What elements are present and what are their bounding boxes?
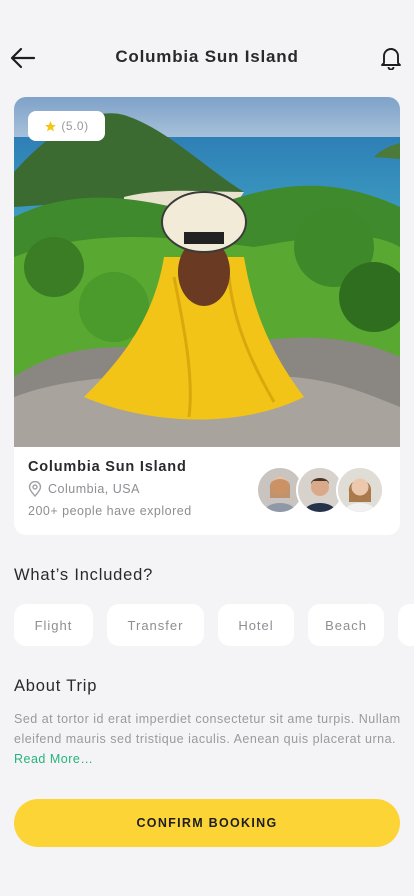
explored-count: 200+ people have explored: [28, 504, 192, 518]
rating-value: (5.0): [61, 119, 89, 133]
visitor-avatars[interactable]: [256, 466, 386, 514]
bell-icon: [381, 48, 401, 71]
confirm-booking-button[interactable]: CONFIRM BOOKING: [14, 799, 400, 847]
chip-flight[interactable]: Flight: [14, 604, 93, 646]
card-info: Columbia Sun Island Columbia, USA 200+ p…: [28, 459, 192, 518]
chip-more[interactable]: [398, 604, 414, 646]
star-icon: [45, 120, 57, 131]
read-more-link[interactable]: Read More…: [14, 752, 93, 766]
page-title: Columbia Sun Island: [115, 47, 299, 66]
about-text: Sed at tortor id erat imperdiet consecte…: [14, 712, 401, 746]
chip-hotel[interactable]: Hotel: [218, 604, 294, 646]
about-title: About Trip: [14, 677, 98, 695]
location-pin-icon: [28, 481, 42, 497]
destination-card[interactable]: (5.0) Columbia Sun Island Columbia, USA …: [14, 97, 400, 535]
about-text-block: Sed at tortor id erat imperdiet consecte…: [14, 709, 402, 769]
chip-beach[interactable]: Beach: [308, 604, 384, 646]
rating-badge: (5.0): [28, 111, 105, 141]
included-chips: Flight Transfer Hotel Beach: [14, 604, 414, 646]
header: Columbia Sun Island: [0, 34, 414, 82]
location: Columbia, USA: [28, 481, 192, 497]
notifications-button[interactable]: [380, 46, 402, 71]
hero-image: [14, 97, 400, 447]
card-title: Columbia Sun Island: [28, 459, 187, 475]
location-text: Columbia, USA: [48, 482, 140, 496]
included-title: What’s Included?: [14, 566, 154, 584]
avatar: [336, 466, 384, 514]
chip-transfer[interactable]: Transfer: [107, 604, 204, 646]
